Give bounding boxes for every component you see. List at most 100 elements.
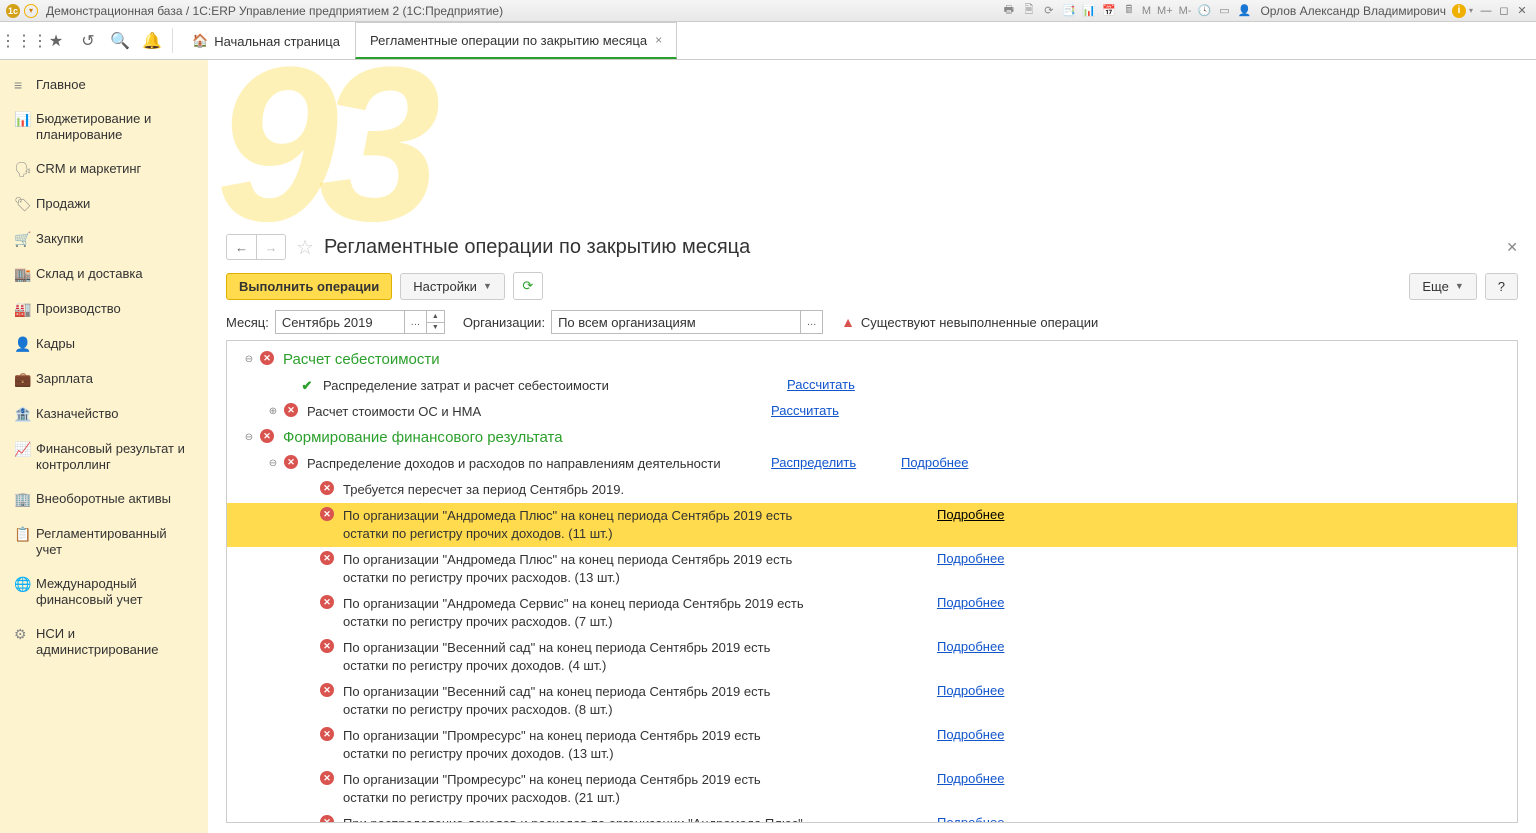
details-link[interactable]: Подробнее	[937, 815, 1004, 822]
sidebar-item[interactable]: 🗣CRM и маркетинг	[0, 152, 208, 187]
org-input[interactable]: По всем организациям	[551, 310, 801, 334]
calculator-icon[interactable]: 🖩	[1120, 3, 1138, 19]
more-button[interactable]: Еще▼	[1409, 273, 1476, 300]
details-link[interactable]: Подробнее	[901, 455, 968, 470]
tree-row[interactable]: ✕По организации "Андромеда Сервис" на ко…	[227, 591, 1517, 635]
details-link[interactable]: Подробнее	[937, 639, 1004, 654]
group-link[interactable]: Расчет себестоимости	[283, 351, 440, 368]
warning-banner: ▲ Существуют невыполненные операции	[841, 314, 1098, 330]
help-button[interactable]: ?	[1485, 273, 1518, 300]
expand-icon[interactable]: ⊖	[241, 429, 257, 447]
apps-icon[interactable]: ⋮⋮⋮	[8, 22, 40, 59]
action-link[interactable]: Распределить	[771, 455, 856, 470]
sidebar-item[interactable]: 🏬Склад и доставка	[0, 257, 208, 292]
close-window-button[interactable]: ✕	[1514, 4, 1530, 18]
page-close-icon[interactable]: ✕	[1506, 239, 1518, 256]
tree-row[interactable]: ✕По организации "Андромеда Плюс" на коне…	[227, 503, 1517, 547]
month-stepper[interactable]: ▲ ▼	[427, 310, 445, 334]
sidebar-item[interactable]: 📈Финансовый результат и контроллинг	[0, 432, 208, 482]
tree-row[interactable]: ✕При распределение доходов и расходов по…	[227, 811, 1517, 822]
sidebar-item[interactable]: ⚙НСИ и администрирование	[0, 617, 208, 667]
sidebar-item[interactable]: 🏭Производство	[0, 292, 208, 327]
org-picker-button[interactable]: …	[801, 310, 823, 334]
month-down-icon[interactable]: ▼	[427, 323, 444, 334]
tree-row[interactable]: ✕По организации "Промресурс" на конец пе…	[227, 767, 1517, 811]
tab-close-icon[interactable]: ×	[655, 33, 662, 47]
details-link[interactable]: Подробнее	[937, 551, 1004, 566]
app-dropdown-icon[interactable]: ▾	[24, 4, 38, 18]
tab-home[interactable]: 🏠 Начальная страница	[177, 22, 355, 59]
tree-row[interactable]: ⊖✕Формирование финансового результата	[227, 425, 1517, 451]
refresh-button[interactable]: ⟳	[513, 272, 543, 300]
sidebar-item[interactable]: 🏦Казначейство	[0, 397, 208, 432]
sidebar-item[interactable]: 💼Зарплата	[0, 362, 208, 397]
info-dd-icon[interactable]: ▾	[1466, 6, 1476, 15]
tree-scroll[interactable]: ⊖✕Расчет себестоимости✔Распределение зат…	[227, 341, 1517, 822]
action-link[interactable]: Рассчитать	[771, 403, 839, 418]
execute-button[interactable]: Выполнить операции	[226, 273, 392, 300]
details-link[interactable]: Подробнее	[937, 771, 1004, 786]
maximize-button[interactable]: ◻	[1496, 4, 1512, 18]
memory-mminus[interactable]: M-	[1176, 5, 1195, 17]
favorites-icon[interactable]: ★	[40, 22, 72, 59]
nav-forward-button[interactable]: →	[256, 234, 286, 260]
details-link[interactable]: Подробнее	[937, 507, 1004, 522]
tree-row[interactable]: ✕По организации "Андромеда Плюс" на коне…	[227, 547, 1517, 591]
sidebar-item[interactable]: 🏢Внеоборотные активы	[0, 482, 208, 517]
calendar-icon[interactable]: 📅	[1100, 3, 1118, 19]
settings-button[interactable]: Настройки▼	[400, 273, 505, 300]
status-icon: ✕	[257, 351, 277, 365]
expand-icon[interactable]: ⊕	[265, 403, 281, 421]
history-icon[interactable]: ↺	[72, 22, 104, 59]
tree-row-text: Формирование финансового результата	[277, 429, 747, 447]
details-link[interactable]: Подробнее	[937, 727, 1004, 742]
month-picker-button[interactable]: …	[405, 310, 427, 334]
print-icon[interactable]: 🖶	[1000, 3, 1018, 19]
warning-icon: ▲	[841, 314, 855, 330]
memory-m[interactable]: M	[1139, 5, 1154, 17]
sidebar-item[interactable]: 🌐Международный финансовый учет	[0, 567, 208, 617]
sidebar-item[interactable]: 📊Бюджетирование и планирование	[0, 102, 208, 152]
nav-label: Внеоборотные активы	[36, 491, 171, 507]
sidebar-item[interactable]: 👤Кадры	[0, 327, 208, 362]
tree-row[interactable]: ✕По организации "Весенний сад" на конец …	[227, 635, 1517, 679]
month-input[interactable]: Сентябрь 2019	[275, 310, 405, 334]
details-link[interactable]: Подробнее	[937, 595, 1004, 610]
memory-mplus[interactable]: M+	[1154, 5, 1176, 17]
action-link[interactable]: Рассчитать	[787, 377, 855, 392]
tree-row[interactable]: ✔Распределение затрат и расчет себестоим…	[227, 373, 1517, 399]
nav-icon: 🏢	[14, 491, 36, 508]
details-link[interactable]: Подробнее	[937, 683, 1004, 698]
preview-icon[interactable]: 🗎	[1020, 3, 1038, 19]
search-icon[interactable]: 🔍	[104, 22, 136, 59]
minimize-button[interactable]: —	[1478, 4, 1494, 18]
notifications-icon[interactable]: 🔔	[136, 22, 168, 59]
info-icon[interactable]: i	[1452, 4, 1466, 18]
nav-label: Финансовый результат и контроллинг	[36, 441, 194, 473]
expand-icon[interactable]: ⊖	[265, 455, 281, 473]
tree-row[interactable]: ⊖✕ Расчет себестоимости	[227, 347, 1517, 373]
clock-icon[interactable]: 🕓	[1195, 3, 1213, 19]
expand-icon[interactable]: ⊖	[241, 351, 257, 369]
sidebar-item[interactable]: ≡Главное	[0, 68, 208, 102]
panel-icon[interactable]: ▭	[1215, 3, 1233, 19]
month-up-icon[interactable]: ▲	[427, 311, 444, 323]
tree-row[interactable]: ✕По организации "Промресурс" на конец пе…	[227, 723, 1517, 767]
sidebar-item[interactable]: 📋Регламентированный учет	[0, 517, 208, 567]
favorite-star-icon[interactable]: ☆	[296, 235, 314, 260]
sidebar-item[interactable]: 🏷Продажи	[0, 187, 208, 222]
group-link[interactable]: Формирование финансового результата	[283, 429, 563, 446]
compare-icon[interactable]: 📑	[1060, 3, 1078, 19]
tab-month-close[interactable]: Регламентные операции по закрытию месяца…	[355, 22, 677, 59]
tree-row-text: Требуется пересчет за период Сентябрь 20…	[337, 481, 807, 499]
sidebar-item[interactable]: 🛒Закупки	[0, 222, 208, 257]
nav-back-button[interactable]: ←	[226, 234, 256, 260]
refresh-icon[interactable]: ⟳	[1040, 3, 1058, 19]
current-user[interactable]: Орлов Александр Владимирович	[1260, 4, 1446, 18]
tree-row[interactable]: ⊖✕Распределение доходов и расходов по на…	[227, 451, 1517, 477]
titlebar: 1c ▾ Демонстрационная база / 1С:ERP Упра…	[0, 0, 1536, 22]
tree-row[interactable]: ✕По организации "Весенний сад" на конец …	[227, 679, 1517, 723]
tree-row[interactable]: ✕Требуется пересчет за период Сентябрь 2…	[227, 477, 1517, 503]
tree-row[interactable]: ⊕✕Расчет стоимости ОС и НМАРассчитать	[227, 399, 1517, 425]
stats-icon[interactable]: 📊	[1080, 3, 1098, 19]
